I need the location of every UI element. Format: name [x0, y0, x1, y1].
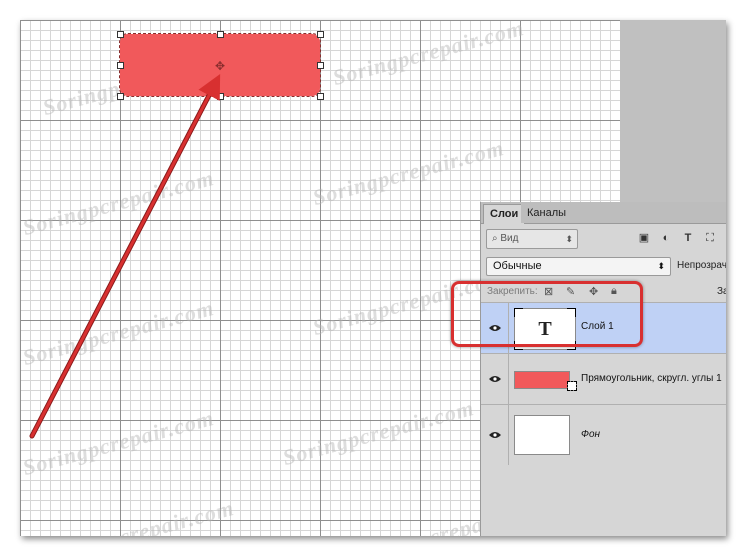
adjustment-filter-icon[interactable]: ◐: [660, 232, 672, 244]
layer-row[interactable]: Прямоугольник, скругл. углы 1: [481, 353, 726, 404]
select-arrows-icon: ⬍: [565, 234, 573, 244]
layer-thumbnail: [514, 371, 570, 389]
fill-label: За: [717, 286, 726, 297]
layers-panel: Слои Каналы ⌕ Вид ⬍ ▣ ◐ T ⛶ Обычные ⬍ Не…: [480, 202, 726, 536]
eye-icon: [489, 376, 501, 382]
opacity-label: Непрозрачн: [677, 260, 726, 271]
transform-handle[interactable]: [217, 31, 224, 38]
layer-name: Прямоугольник, скругл. углы 1: [581, 373, 722, 384]
image-filter-icon[interactable]: ▣: [638, 232, 650, 244]
vector-mask-icon: [567, 381, 577, 391]
annotation-highlight-box: [451, 281, 643, 347]
tab-channels[interactable]: Каналы: [521, 204, 573, 223]
transform-handle[interactable]: [317, 93, 324, 100]
blend-mode-select[interactable]: Обычные ⬍: [486, 257, 671, 276]
tab-layers[interactable]: Слои: [483, 204, 526, 224]
transform-handle[interactable]: [117, 93, 124, 100]
eye-icon: [489, 432, 501, 438]
transform-handle[interactable]: [117, 62, 124, 69]
panel-tabbar: Слои Каналы: [481, 202, 726, 224]
screenshot-frame: Soringpcrepair.com Soringpcrepair.com So…: [20, 20, 726, 536]
transform-center-icon: ✥: [215, 59, 226, 73]
pasteboard: [620, 20, 726, 202]
layer-name: Фон: [581, 429, 601, 440]
blend-row: Обычные ⬍ Непрозрачн: [481, 254, 726, 278]
select-arrows-icon: ⬍: [657, 261, 665, 271]
layer-filter-select[interactable]: ⌕ Вид ⬍: [486, 229, 578, 249]
layer-filter-row: ⌕ Вид ⬍ ▣ ◐ T ⛶: [481, 226, 726, 252]
transform-handle[interactable]: [117, 31, 124, 38]
type-filter-icon[interactable]: T: [682, 232, 694, 244]
transform-handle[interactable]: [217, 93, 224, 100]
layer-row[interactable]: Фон: [481, 404, 726, 465]
layer-thumbnail: [514, 415, 570, 455]
visibility-toggle[interactable]: [481, 354, 509, 404]
search-icon: ⌕: [492, 233, 498, 244]
filter-placeholder: Вид: [500, 233, 519, 244]
transform-filter-icon[interactable]: ⛶: [704, 232, 716, 244]
transform-handle[interactable]: [317, 31, 324, 38]
visibility-toggle[interactable]: [481, 405, 509, 465]
transform-handle[interactable]: [317, 62, 324, 69]
blend-mode-value: Обычные: [493, 260, 542, 272]
